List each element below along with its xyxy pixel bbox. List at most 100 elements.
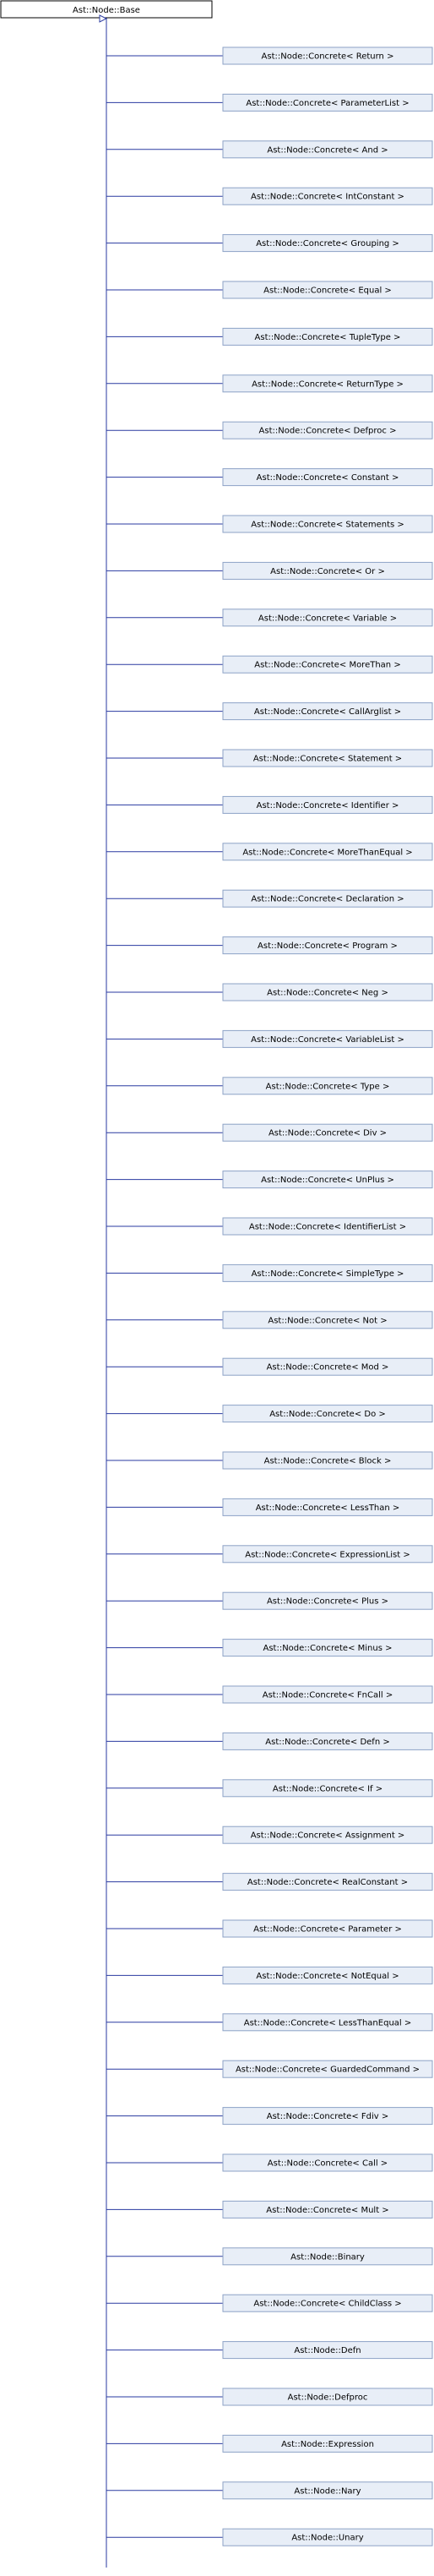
derived-class-node[interactable]: Ast::Node::Concrete< ExpressionList > [106, 1545, 433, 1564]
derived-class-label: Ast::Node::Concrete< MoreThanEqual > [242, 848, 412, 857]
derived-class-node[interactable]: Ast::Node::Concrete< Return > [106, 46, 433, 65]
derived-class-label: Ast::Node::Expression [281, 2440, 374, 2449]
derived-class-node[interactable]: Ast::Node::Defproc [106, 2388, 433, 2406]
derived-class-label: Ast::Node::Concrete< ExpressionList > [245, 1550, 410, 1559]
derived-class-node[interactable]: Ast::Node::Concrete< If > [106, 1779, 433, 1798]
derived-class-label: Ast::Node::Binary [290, 2252, 365, 2262]
derived-class-label: Ast::Node::Concrete< NotEqual > [256, 1972, 399, 1981]
derived-class-label: Ast::Node::Concrete< Div > [269, 1129, 387, 1138]
derived-class-node[interactable]: Ast::Node::Concrete< LessThanEqual > [106, 2013, 433, 2032]
derived-class-node[interactable]: Ast::Node::Expression [106, 2434, 433, 2453]
derived-class-label: Ast::Node::Concrete< Fdiv > [267, 2112, 389, 2121]
derived-class-node[interactable]: Ast::Node::Concrete< Div > [106, 1123, 433, 1142]
derived-class-node[interactable]: Ast::Node::Concrete< Minus > [106, 1639, 433, 1657]
derived-class-node[interactable]: Ast::Node::Binary [106, 2247, 433, 2266]
derived-class-label: Ast::Node::Concrete< FnCall > [263, 1691, 393, 1700]
derived-class-node[interactable]: Ast::Node::Concrete< Defproc > [106, 421, 433, 439]
derived-class-node[interactable]: Ast::Node::Concrete< CallArglist > [106, 702, 433, 721]
derived-class-node[interactable]: Ast::Node::Concrete< IntConstant > [106, 187, 433, 205]
base-class-label: Ast::Node::Base [73, 6, 140, 15]
derived-class-node[interactable]: Ast::Node::Concrete< Neg > [106, 983, 433, 1001]
derived-class-node[interactable]: Ast::Node::Concrete< Program > [106, 936, 433, 955]
derived-class-label: Ast::Node::Concrete< Or > [270, 567, 385, 576]
derived-class-label: Ast::Node::Concrete< LessThanEqual > [244, 2018, 412, 2028]
derived-class-label: Ast::Node::Concrete< Variable > [258, 614, 397, 623]
derived-class-node[interactable]: Ast::Node::Concrete< FnCall > [106, 1685, 433, 1704]
derived-class-label: Ast::Node::Concrete< UnPlus > [261, 1176, 394, 1185]
derived-class-label: Ast::Node::Defn [294, 2346, 361, 2355]
derived-class-label: Ast::Node::Concrete< Defproc > [259, 427, 397, 436]
derived-class-label: Ast::Node::Concrete< VariableList > [251, 1035, 404, 1045]
derived-class-node[interactable]: Ast::Node::Concrete< Statement > [106, 749, 433, 767]
derived-class-label: Ast::Node::Concrete< IntConstant > [251, 193, 404, 202]
derived-class-label: Ast::Node::Concrete< Constant > [257, 473, 399, 483]
derived-class-label: Ast::Node::Concrete< Plus > [267, 1597, 388, 1607]
derived-class-node[interactable]: Ast::Node::Concrete< Mult > [106, 2200, 433, 2219]
derived-class-node[interactable]: Ast::Node::Unary [106, 2528, 433, 2546]
derived-class-label: Ast::Node::Concrete< Block > [264, 1457, 392, 1466]
derived-class-node[interactable]: Ast::Node::Concrete< And > [106, 140, 433, 159]
derived-class-label: Ast::Node::Concrete< And > [267, 145, 388, 155]
derived-class-label: Ast::Node::Concrete< Mod > [267, 1363, 389, 1373]
derived-class-label: Ast::Node::Unary [291, 2534, 363, 2543]
derived-class-node[interactable]: Ast::Node::Concrete< Mod > [106, 1357, 433, 1376]
derived-class-label: Ast::Node::Defproc [288, 2393, 368, 2403]
derived-class-node[interactable]: Ast::Node::Concrete< Or > [106, 561, 433, 580]
derived-class-label: Ast::Node::Nary [294, 2486, 361, 2496]
base-class-node[interactable]: Ast::Node::Base [0, 0, 213, 19]
derived-class-label: Ast::Node::Concrete< Statements > [251, 521, 404, 530]
derived-class-node[interactable]: Ast::Node::Concrete< Grouping > [106, 234, 433, 253]
derived-class-label: Ast::Node::Concrete< TupleType > [255, 333, 401, 342]
derived-class-node[interactable]: Ast::Node::Concrete< Type > [106, 1077, 433, 1095]
derived-class-node[interactable]: Ast::Node::Concrete< Statements > [106, 515, 433, 533]
derived-class-label: Ast::Node::Concrete< Mult > [266, 2206, 388, 2215]
derived-class-node[interactable]: Ast::Node::Nary [106, 2481, 433, 2500]
derived-class-label: Ast::Node::Concrete< If > [273, 1784, 382, 1793]
derived-class-label: Ast::Node::Concrete< Declaration > [251, 895, 404, 904]
derived-class-node[interactable]: Ast::Node::Concrete< Call > [106, 2153, 433, 2172]
derived-class-node[interactable]: Ast::Node::Concrete< GuardedCommand > [106, 2060, 433, 2078]
derived-class-node[interactable]: Ast::Node::Concrete< ParameterList > [106, 93, 433, 112]
derived-class-node[interactable]: Ast::Node::Concrete< Variable > [106, 609, 433, 627]
derived-class-label: Ast::Node::Concrete< ReturnType > [252, 379, 404, 389]
derived-class-node[interactable]: Ast::Node::Defn [106, 2341, 433, 2360]
derived-class-node[interactable]: Ast::Node::Concrete< Constant > [106, 468, 433, 487]
derived-class-node[interactable]: Ast::Node::Concrete< Parameter > [106, 1919, 433, 1938]
derived-class-node[interactable]: Ast::Node::Concrete< Equal > [106, 281, 433, 299]
derived-class-node[interactable]: Ast::Node::Concrete< NotEqual > [106, 1966, 433, 1984]
derived-class-node[interactable]: Ast::Node::Concrete< ReturnType > [106, 374, 433, 393]
derived-class-label: Ast::Node::Concrete< Identifier > [257, 801, 399, 810]
derived-class-node[interactable]: Ast::Node::Concrete< RealConstant > [106, 1873, 433, 1891]
derived-class-label: Ast::Node::Concrete< Grouping > [256, 239, 399, 248]
derived-class-node[interactable]: Ast::Node::Concrete< Block > [106, 1451, 433, 1470]
derived-class-label: Ast::Node::Concrete< Call > [268, 2159, 388, 2169]
derived-class-node[interactable]: Ast::Node::Concrete< Declaration > [106, 889, 433, 908]
derived-class-node[interactable]: Ast::Node::Concrete< ChildClass > [106, 2294, 433, 2312]
derived-class-label: Ast::Node::Concrete< Statement > [253, 755, 402, 764]
derived-class-node[interactable]: Ast::Node::Concrete< Plus > [106, 1591, 433, 1610]
derived-class-node[interactable]: Ast::Node::Concrete< Do > [106, 1405, 433, 1423]
derived-class-node[interactable]: Ast::Node::Concrete< MoreThan > [106, 655, 433, 674]
derived-class-node[interactable]: Ast::Node::Concrete< Fdiv > [106, 2107, 433, 2126]
derived-class-label: Ast::Node::Concrete< MoreThan > [254, 661, 400, 670]
derived-class-node[interactable]: Ast::Node::Concrete< MoreThanEqual > [106, 843, 433, 861]
derived-class-label: Ast::Node::Concrete< IdentifierList > [249, 1223, 406, 1232]
derived-class-list: Ast::Node::Concrete< Return >Ast::Node::… [106, 46, 433, 2546]
derived-class-label: Ast::Node::Concrete< LessThan > [256, 1504, 400, 1513]
derived-class-label: Ast::Node::Concrete< CallArglist > [254, 707, 401, 717]
derived-class-node[interactable]: Ast::Node::Concrete< IdentifierList > [106, 1217, 433, 1236]
derived-class-node[interactable]: Ast::Node::Concrete< TupleType > [106, 327, 433, 346]
derived-class-node[interactable]: Ast::Node::Concrete< SimpleType > [106, 1263, 433, 1282]
derived-class-node[interactable]: Ast::Node::Concrete< LessThan > [106, 1498, 433, 1516]
derived-class-label: Ast::Node::Concrete< Do > [269, 1410, 386, 1419]
derived-class-node[interactable]: Ast::Node::Concrete< Defn > [106, 1732, 433, 1750]
derived-class-label: Ast::Node::Concrete< Neg > [267, 989, 388, 998]
derived-class-label: Ast::Node::Concrete< Defn > [265, 1738, 389, 1747]
derived-class-node[interactable]: Ast::Node::Concrete< Assignment > [106, 1826, 433, 1844]
derived-class-node[interactable]: Ast::Node::Concrete< VariableList > [106, 1029, 433, 1048]
derived-class-node[interactable]: Ast::Node::Concrete< Identifier > [106, 795, 433, 814]
derived-class-node[interactable]: Ast::Node::Concrete< UnPlus > [106, 1171, 433, 1189]
derived-class-node[interactable]: Ast::Node::Concrete< Not > [106, 1311, 433, 1329]
derived-class-label: Ast::Node::Concrete< Parameter > [253, 1925, 402, 1935]
derived-class-label: Ast::Node::Concrete< Assignment > [251, 1831, 405, 1841]
